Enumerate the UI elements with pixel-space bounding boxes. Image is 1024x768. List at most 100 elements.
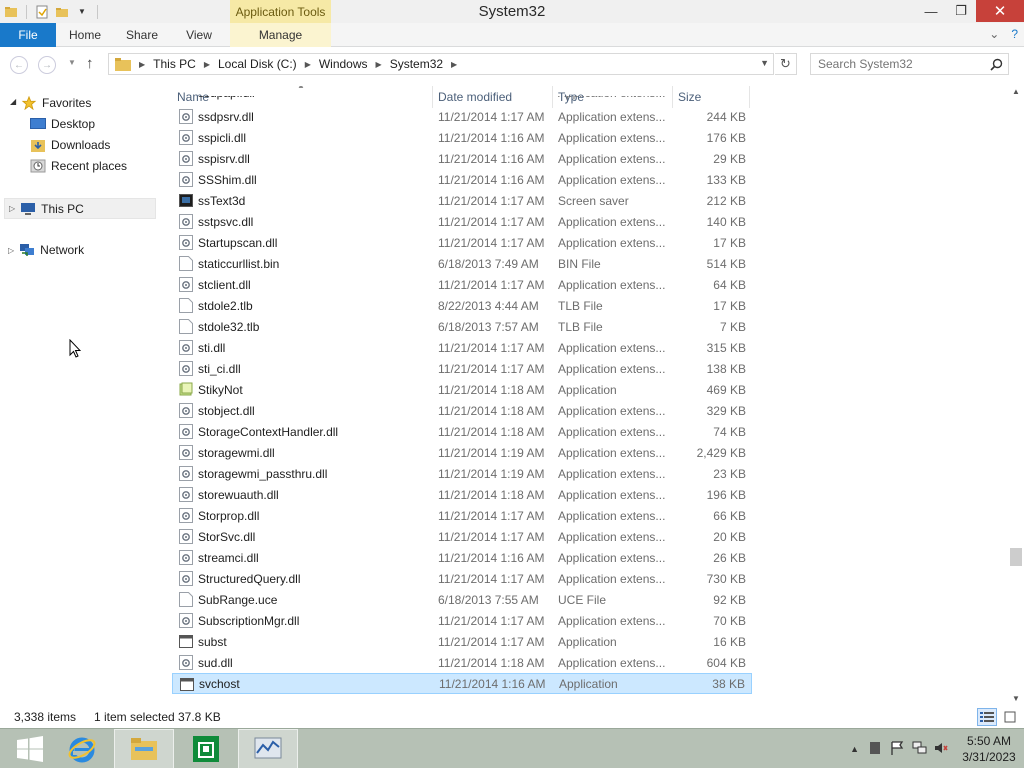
scroll-up-icon[interactable]: ▲ — [1012, 87, 1020, 96]
collapse-arrow-icon[interactable]: ◢ — [10, 97, 16, 106]
file-row[interactable]: sstpsvc.dll 11/21/2014 1:17 AM Application… — [172, 211, 752, 232]
tab-file[interactable]: File — [0, 23, 56, 47]
maximize-button[interactable]: ❐ — [946, 0, 976, 22]
new-folder-icon[interactable] — [53, 3, 71, 20]
flag-icon[interactable] — [890, 740, 904, 758]
nav-desktop[interactable]: Desktop — [30, 114, 95, 134]
store-icon — [193, 736, 219, 762]
file-row[interactable]: stdole2.tlb 8/22/2013 4:44 AM TLB File 17 K… — [172, 295, 752, 316]
help-icon[interactable]: ? — [1011, 27, 1018, 41]
volume-muted-icon[interactable] — [934, 741, 948, 758]
file-row[interactable]: Storprop.dll 11/21/2014 1:17 AM Applicatio… — [172, 505, 752, 526]
file-row[interactable]: SubRange.uce 6/18/2013 7:55 AM UCE File 92 … — [172, 589, 752, 610]
dll-file-icon — [179, 109, 193, 124]
file-name: sstpsvc.dll — [198, 214, 254, 229]
breadcrumb-separator-icon[interactable]: ▶ — [451, 60, 457, 69]
breadcrumb-separator-icon[interactable]: ▶ — [376, 60, 382, 69]
qat-customize-icon[interactable]: ▼ — [73, 3, 91, 20]
refresh-button[interactable]: ↻ — [775, 53, 797, 75]
file-name: SubRange.uce — [198, 592, 278, 607]
breadcrumb-system32[interactable]: System32 — [390, 57, 443, 71]
file-row[interactable]: storagewmi_passthru.dll 11/21/2014 1:19 A… — [172, 463, 752, 484]
file-row[interactable]: sspisrv.dll 11/21/2014 1:16 AM Application… — [172, 148, 752, 169]
file-row[interactable]: Startupscan.dll 11/21/2014 1:17 AM Applica… — [172, 232, 752, 253]
network-tray-icon[interactable] — [912, 741, 928, 758]
file-row[interactable]: subst 11/21/2014 1:17 AM Application 16 KB — [172, 631, 752, 652]
file-row[interactable]: SubscriptionMgr.dll 11/21/2014 1:17 AM App… — [172, 610, 752, 631]
nav-this-pc[interactable]: ▷ This PC — [4, 198, 156, 219]
breadcrumb-separator-icon[interactable]: ▶ — [139, 60, 145, 69]
show-hidden-icons-icon[interactable]: ▲ — [850, 744, 859, 754]
file-row[interactable]: sud.dll 11/21/2014 1:18 AM Application ext… — [172, 652, 752, 673]
search-input[interactable] — [811, 57, 981, 71]
tab-view[interactable]: View — [170, 23, 228, 47]
minimize-button[interactable]: — — [916, 0, 946, 22]
expand-ribbon-icon[interactable]: ⌄ — [989, 27, 999, 41]
file-row[interactable]: sti_ci.dll 11/21/2014 1:17 AM Application … — [172, 358, 752, 379]
expand-arrow-icon[interactable]: ▷ — [8, 246, 14, 255]
clock[interactable]: 5:50 AM 3/31/2023 — [954, 733, 1024, 765]
vertical-scrollbar[interactable]: ▲ ▼ — [1008, 86, 1024, 706]
file-size: 730 KB — [706, 571, 746, 586]
tab-manage[interactable]: Manage — [230, 23, 331, 47]
file-row[interactable]: storewuauth.dll 11/21/2014 1:18 AM Applica… — [172, 484, 752, 505]
file-row[interactable]: ssText3d 11/21/2014 1:17 AM Screen saver 21… — [172, 190, 752, 211]
file-row[interactable]: stdole32.tlb 6/18/2013 7:57 AM TLB File 7 K… — [172, 316, 752, 337]
file-row[interactable]: svchost 11/21/2014 1:16 AM Application 38 K… — [172, 673, 752, 694]
breadcrumb-windows[interactable]: Windows — [319, 57, 368, 71]
file-row[interactable]: storagewmi.dll 11/21/2014 1:19 AM Applicat… — [172, 442, 752, 463]
file-row[interactable]: ssdpsrv.dll 11/21/2014 1:17 AM Application… — [172, 106, 752, 127]
breadcrumb-this-pc[interactable]: This PC — [153, 57, 196, 71]
action-center-icon[interactable] — [869, 741, 881, 758]
nav-recent-places[interactable]: Recent places — [30, 156, 127, 176]
close-button[interactable]: ✕ — [976, 0, 1024, 22]
nav-favorites[interactable]: Favorites — [21, 93, 91, 113]
address-history-dropdown[interactable]: ▼ — [760, 58, 769, 68]
tab-home[interactable]: Home — [56, 23, 114, 47]
status-bar: 3,338 items 1 item selected 37.8 KB — [0, 706, 1024, 728]
address-bar[interactable]: ▶ This PC ▶ Local Disk (C:) ▶ Windows ▶ … — [108, 53, 774, 75]
taskbar-internet-explorer[interactable] — [52, 729, 112, 768]
search-box[interactable] — [810, 53, 1009, 75]
file-row[interactable]: stobject.dll 11/21/2014 1:18 AM Applicatio… — [172, 400, 752, 421]
scroll-down-icon[interactable]: ▼ — [1012, 694, 1020, 703]
properties-icon[interactable] — [33, 3, 51, 20]
file-name: stdole32.tlb — [198, 319, 260, 334]
large-icons-view-button[interactable] — [1000, 708, 1020, 726]
file-row[interactable]: sti.dll 11/21/2014 1:17 AM Application ext… — [172, 337, 752, 358]
breadcrumb-separator-icon[interactable]: ▶ — [204, 60, 210, 69]
file-row[interactable]: StructuredQuery.dll 11/21/2014 1:17 AM App… — [172, 568, 752, 589]
recent-locations-dropdown[interactable]: ▼ — [68, 58, 76, 67]
file-row[interactable]: StorageContextHandler.dll 11/21/2014 1:18… — [172, 421, 752, 442]
back-button[interactable]: ← — [10, 56, 28, 74]
file-row[interactable]: sspicli.dll 11/21/2014 1:16 AM Application… — [172, 127, 752, 148]
up-button[interactable]: ↑ — [86, 55, 94, 72]
nav-downloads[interactable]: Downloads — [30, 135, 110, 155]
file-type: Application extens... — [558, 466, 666, 481]
expand-arrow-icon[interactable]: ▷ — [9, 204, 15, 213]
taskbar-performance-monitor[interactable] — [238, 729, 298, 768]
file-size: 7 KB — [719, 319, 746, 334]
nav-network[interactable]: ▷ Network — [4, 240, 84, 260]
file-row[interactable]: stclient.dll 11/21/2014 1:17 AM Applicatio… — [172, 274, 752, 295]
system-tray: ▲ 5:50 AM 3/31/2023 — [850, 729, 1024, 768]
file-size: 70 KB — [713, 613, 746, 628]
scrollbar-thumb[interactable] — [1010, 548, 1022, 566]
taskbar-store[interactable] — [176, 729, 236, 768]
file-type: Application extens... — [558, 487, 666, 502]
file-type: Application extens... — [558, 403, 666, 418]
file-row[interactable]: StorSvc.dll 11/21/2014 1:17 AM Application… — [172, 526, 752, 547]
file-row[interactable]: StikyNot 11/21/2014 1:18 AM Application 469… — [172, 379, 752, 400]
breadcrumb-separator-icon[interactable]: ▶ — [305, 60, 311, 69]
breadcrumb-local-disk[interactable]: Local Disk (C:) — [218, 57, 297, 71]
file-row[interactable]: staticcurllist.bin 6/18/2013 7:49 AM BIN F… — [172, 253, 752, 274]
taskbar-file-explorer[interactable] — [114, 729, 174, 768]
tab-share[interactable]: Share — [114, 23, 170, 47]
folder-app-icon[interactable] — [2, 3, 20, 20]
file-row[interactable]: streamci.dll 11/21/2014 1:16 AM Applicatio… — [172, 547, 752, 568]
forward-button[interactable]: → — [38, 56, 56, 74]
file-row[interactable]: SSShim.dll 11/21/2014 1:16 AM Application … — [172, 169, 752, 190]
search-icon[interactable] — [990, 58, 1003, 71]
details-view-button[interactable] — [977, 708, 997, 726]
start-button[interactable] — [0, 729, 60, 768]
